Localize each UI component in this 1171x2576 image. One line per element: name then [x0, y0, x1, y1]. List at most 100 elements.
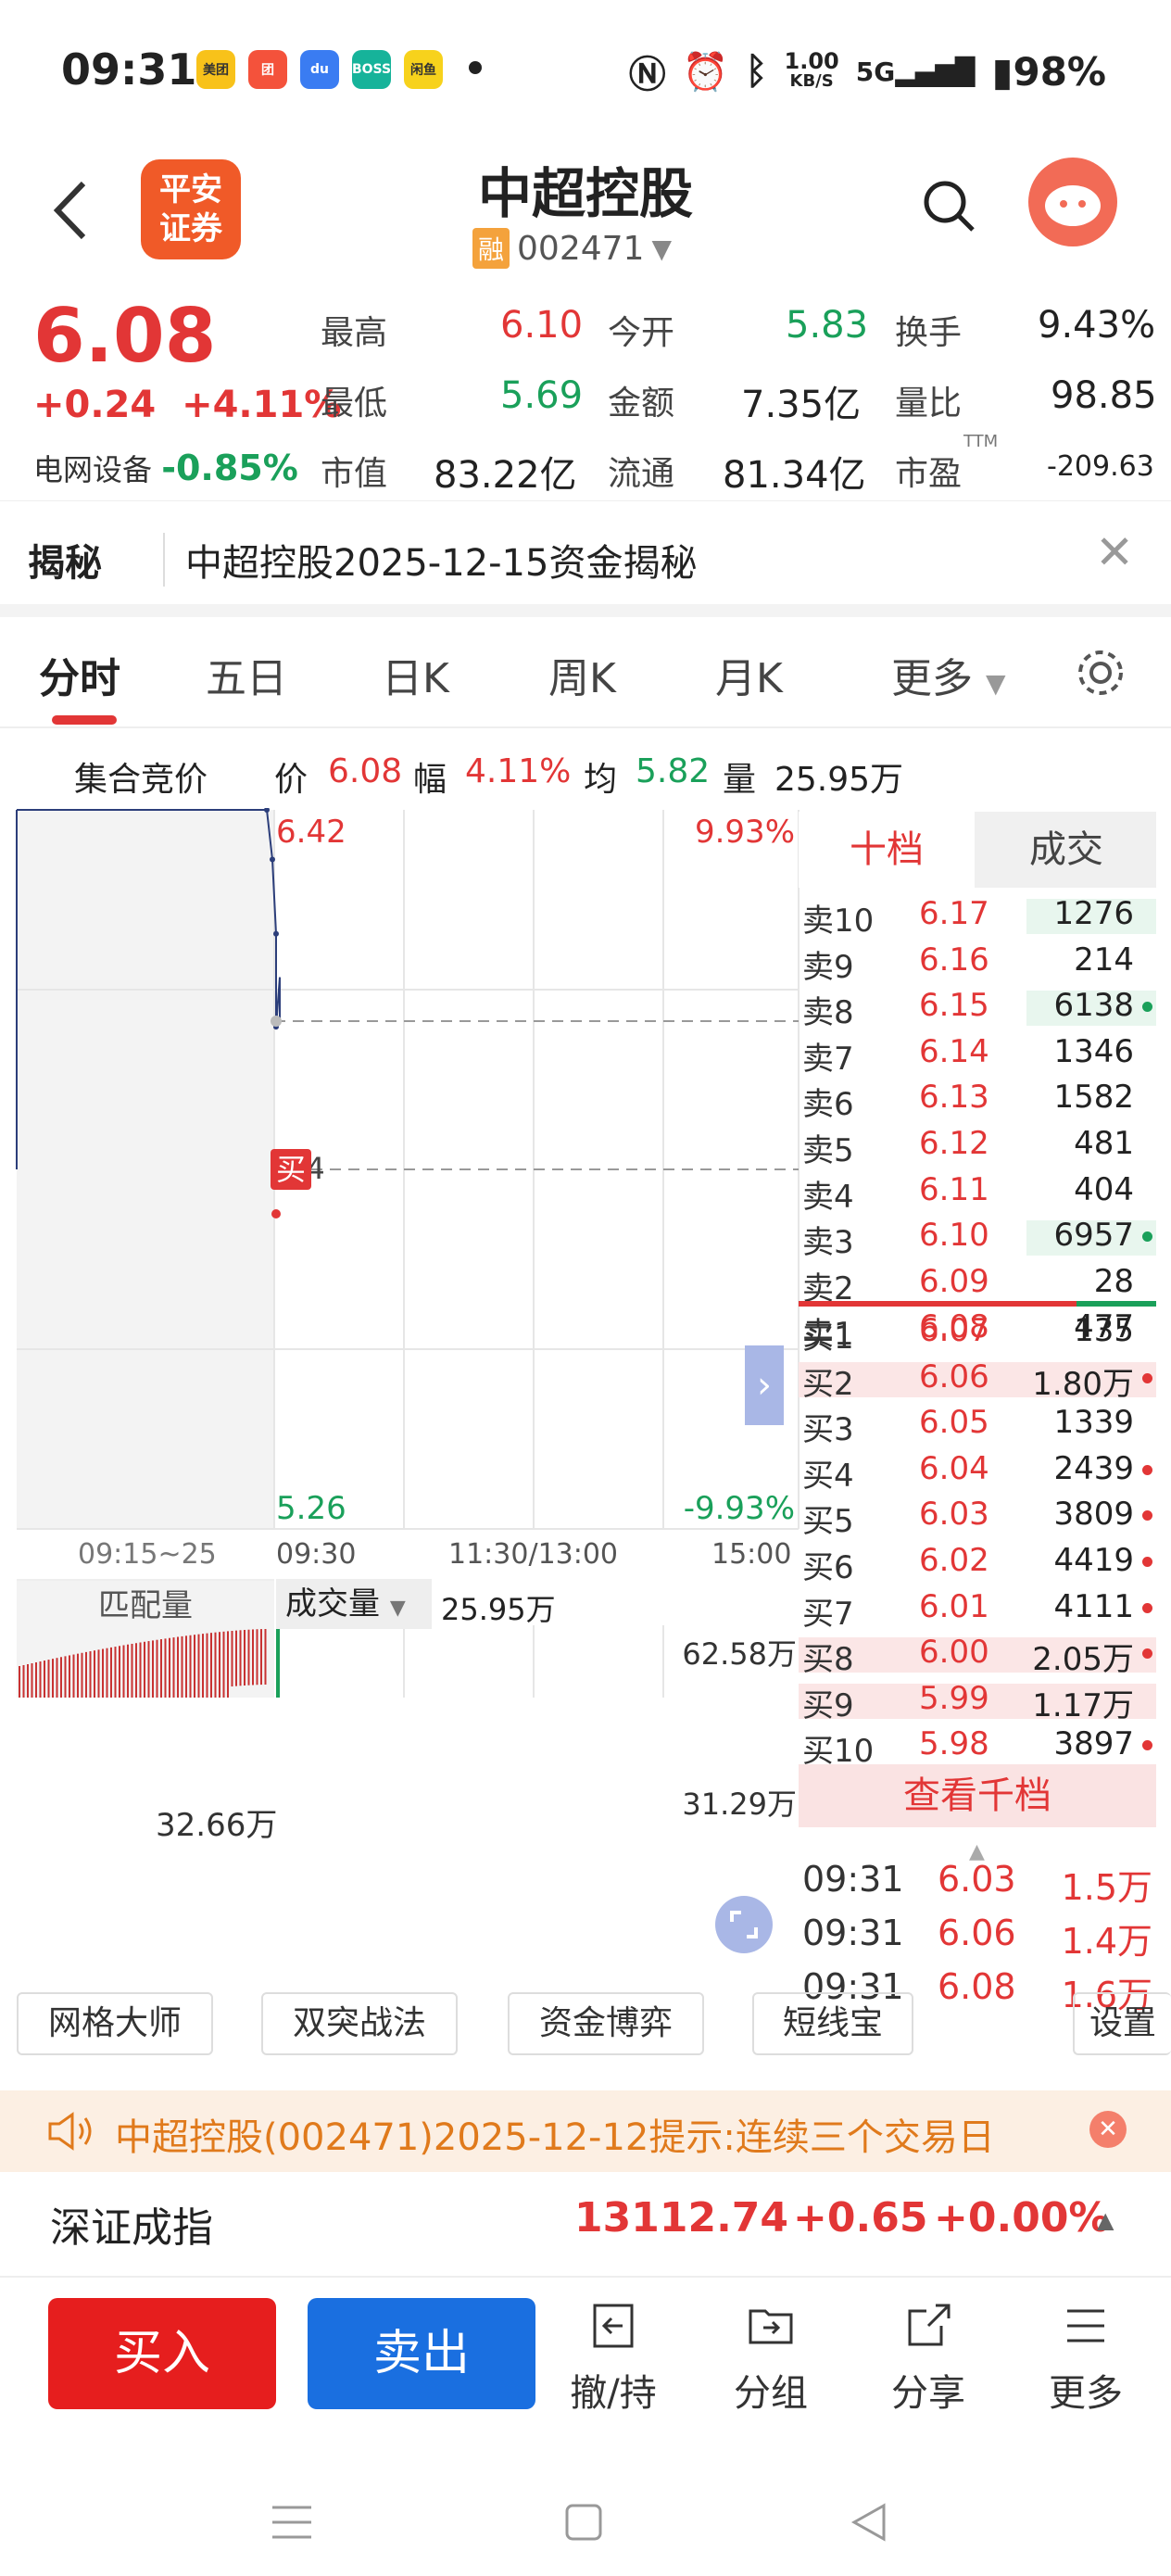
match-volume-bar: [210, 1633, 212, 1855]
share-button[interactable]: 分享: [873, 2298, 984, 2417]
match-volume-bar: [119, 1646, 120, 1820]
fullscreen-icon[interactable]: [715, 1896, 773, 1953]
pe-value: -209.63: [1047, 450, 1154, 483]
bid-row[interactable]: 买4 6.04 2439: [799, 1450, 1156, 1495]
status-time: 09:31: [61, 44, 197, 95]
ask-row[interactable]: 卖2 6.09 28: [799, 1263, 1156, 1307]
volume-indicator-select[interactable]: 成交量 ▼: [276, 1579, 432, 1629]
reveal-text[interactable]: 中超控股2025-12-15资金揭秘: [163, 533, 697, 587]
avg-label: 均: [584, 761, 618, 799]
view-thousand-levels-button[interactable]: 查看千档: [799, 1764, 1156, 1827]
notice-bar[interactable]: 中超控股(002471)2025-12-12提示:连续三个交易日 ✕: [0, 2090, 1171, 2172]
more-button[interactable]: 更多: [1030, 2298, 1141, 2417]
match-volume-bar: [160, 1639, 162, 1835]
bid-volume: 1.17万: [1032, 1686, 1134, 1724]
ask-row[interactable]: 卖10 6.17 1276: [799, 895, 1156, 940]
withdraw-icon: [593, 2304, 634, 2348]
tab-five-day[interactable]: 五日: [206, 645, 287, 704]
ask-level: 卖3: [802, 1224, 854, 1262]
float-label: 流通: [608, 455, 675, 493]
bid-level: 买3: [802, 1411, 854, 1449]
bid-row[interactable]: 买2 6.06 1.80万: [799, 1358, 1156, 1403]
close-icon[interactable]: ✕: [1095, 525, 1134, 579]
bid-level: 买6: [802, 1549, 854, 1586]
sell-button[interactable]: 卖出: [308, 2298, 535, 2409]
tab-more[interactable]: 更多 ▼: [891, 645, 1006, 704]
tab-daily-k[interactable]: 日K: [382, 645, 449, 704]
double-breakout-button[interactable]: 双突战法: [261, 1992, 458, 2055]
trade-price: 6.03: [938, 1859, 1016, 1900]
ask-price: 6.13: [919, 1079, 989, 1117]
assistant-avatar-icon[interactable]: [1028, 158, 1117, 246]
buy-marker-tag[interactable]: 买: [271, 1149, 311, 1190]
menu-icon: [1067, 2309, 1104, 2342]
trade-tick-row: 09:31 6.06 1.4万: [799, 1913, 1156, 1964]
match-volume-bar: [206, 1633, 208, 1853]
ask-row[interactable]: 卖6 6.13 1582: [799, 1079, 1156, 1123]
bid-row[interactable]: 买5 6.03 3809: [799, 1496, 1156, 1540]
bid-row[interactable]: 买1 6.07 135: [799, 1312, 1156, 1357]
low-label: 最低: [321, 385, 388, 423]
big-order-dot-icon: [1142, 1602, 1152, 1613]
match-volume-bar: [264, 1629, 267, 1685]
ask-row[interactable]: 卖9 6.16 214: [799, 941, 1156, 986]
ask-volume: 481: [1074, 1125, 1134, 1162]
settings-gear-icon[interactable]: [1075, 647, 1127, 699]
match-volume-bar: [202, 1634, 204, 1851]
bid-row[interactable]: 买9 5.99 1.17万: [799, 1680, 1156, 1724]
ask-price: 6.12: [919, 1125, 989, 1162]
ask-row[interactable]: 卖5 6.12 481: [799, 1125, 1156, 1169]
tab-weekly-k[interactable]: 周K: [548, 645, 616, 704]
fund-game-button[interactable]: 资金博弈: [508, 1992, 704, 2055]
bid-row[interactable]: 买6 6.02 4419: [799, 1542, 1156, 1586]
group-button[interactable]: 分组: [715, 2298, 826, 2417]
buy-button[interactable]: 买入: [48, 2298, 276, 2409]
close-notice-icon[interactable]: ✕: [1089, 2111, 1127, 2148]
net-speed: 1.00 KB/S: [784, 48, 839, 91]
ask-row[interactable]: 卖7 6.14 1346: [799, 1033, 1156, 1078]
ask-level: 卖5: [802, 1132, 854, 1169]
match-volume-label: 匹配量: [17, 1579, 274, 1629]
active-tab-indicator: [52, 715, 117, 725]
bid-price: 5.98: [919, 1725, 989, 1763]
ask-row[interactable]: 卖4 6.11 404: [799, 1171, 1156, 1216]
big-order-dot-icon: [1142, 1464, 1152, 1475]
index-pct: +0.00%: [934, 2194, 1110, 2241]
bid-row[interactable]: 买7 6.01 4111: [799, 1588, 1156, 1633]
grid-master-button[interactable]: 网格大师: [17, 1992, 213, 2055]
stock-code-selector[interactable]: 融 002471 ▼: [472, 228, 672, 269]
withdraw-hold-button[interactable]: 撤/持: [558, 2298, 669, 2417]
sector-info[interactable]: 电网设备 -0.85%: [33, 447, 298, 489]
bid-volume: 3809: [1053, 1496, 1134, 1534]
back-nav-icon[interactable]: [847, 2500, 891, 2544]
reveal-bar[interactable]: 揭秘 中超控股2025-12-15资金揭秘 ✕: [0, 500, 1171, 617]
bid-row[interactable]: 买8 6.00 2.05万: [799, 1634, 1156, 1678]
bid-volume: 135: [1074, 1312, 1134, 1349]
ask-row[interactable]: 卖3 6.10 6957: [799, 1217, 1156, 1261]
group-label: 分组: [734, 2372, 808, 2415]
index-bar[interactable]: 深证成指 13112.74 +0.65 +0.00% ▲: [0, 2166, 1171, 2278]
intraday-chart[interactable]: 6.42 9.93% 5.26 -9.93% 84 买 › 09:15~25 0…: [15, 807, 800, 2039]
more-label: 更多: [1049, 2372, 1123, 2415]
tab-monthly-k[interactable]: 月K: [715, 645, 783, 704]
y-min-price: 5.26: [276, 1490, 346, 1527]
bid-row[interactable]: 买3 6.05 1339: [799, 1404, 1156, 1448]
bid-row[interactable]: 买10 5.98 3897: [799, 1725, 1156, 1770]
short-line-button[interactable]: 短线宝: [752, 1992, 913, 2055]
expand-up-icon[interactable]: ▲: [1097, 2207, 1114, 2233]
high-value: 6.10: [500, 304, 584, 347]
tab-trades[interactable]: 成交: [976, 812, 1156, 888]
search-icon[interactable]: [921, 178, 976, 234]
settings-button[interactable]: 设置: [1073, 1992, 1171, 2055]
x-label-close: 15:00: [711, 1538, 792, 1571]
folder-icon: [749, 2309, 793, 2344]
tab-intraday[interactable]: 分时: [39, 645, 120, 704]
match-volume-bar: [131, 1643, 133, 1825]
y-min-pct: -9.93%: [683, 1490, 795, 1527]
menu-nav-icon[interactable]: [269, 2502, 315, 2543]
ask-row[interactable]: 卖8 6.15 6138: [799, 987, 1156, 1031]
home-nav-icon[interactable]: [561, 2500, 606, 2544]
expand-panel-chevron-icon[interactable]: ›: [745, 1345, 784, 1425]
tab-ten-levels[interactable]: 十档: [799, 812, 975, 888]
match-volume-bar: [64, 1656, 67, 1801]
